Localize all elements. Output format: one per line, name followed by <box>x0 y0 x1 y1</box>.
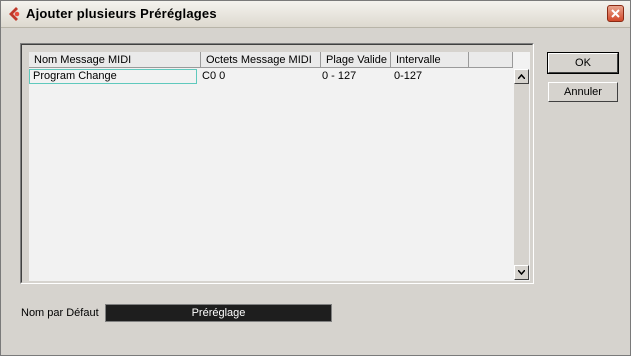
title-bar[interactable]: Ajouter plusieurs Préréglages <box>1 1 630 28</box>
scroll-up-button[interactable] <box>514 69 529 84</box>
close-button[interactable] <box>607 5 624 22</box>
default-name-field[interactable]: Préréglage <box>105 304 332 322</box>
cell-nom[interactable]: Program Change <box>29 69 197 84</box>
column-header-octets[interactable]: Octets Message MIDI <box>201 52 321 68</box>
cell-plage[interactable]: 0 - 127 <box>322 69 356 84</box>
app-logo-icon <box>9 7 20 21</box>
chevron-down-icon <box>518 270 525 275</box>
cancel-button[interactable]: Annuler <box>548 82 618 102</box>
close-icon <box>611 9 620 18</box>
default-name-label: Nom par Défaut <box>21 307 99 319</box>
chevron-up-icon <box>518 74 525 79</box>
column-header-plage[interactable]: Plage Valide <box>321 52 391 68</box>
ok-button[interactable]: OK <box>547 52 619 74</box>
column-header-empty <box>469 52 513 68</box>
column-header-intervalle[interactable]: Intervalle <box>391 52 469 68</box>
midi-message-list[interactable]: Nom Message MIDI Octets Message MIDI Pla… <box>29 52 530 281</box>
window-title: Ajouter plusieurs Préréglages <box>26 6 217 21</box>
column-header-nom[interactable]: Nom Message MIDI <box>29 52 201 68</box>
cell-intervalle[interactable]: 0-127 <box>394 69 422 84</box>
table-row[interactable]: Program Change C0 0 0 - 127 0-127 <box>29 69 513 84</box>
cell-octets[interactable]: C0 0 <box>202 69 225 84</box>
vertical-scrollbar[interactable] <box>514 69 529 280</box>
dialog-window: Ajouter plusieurs Préréglages Nom Messag… <box>0 0 631 356</box>
scroll-down-button[interactable] <box>514 265 529 280</box>
